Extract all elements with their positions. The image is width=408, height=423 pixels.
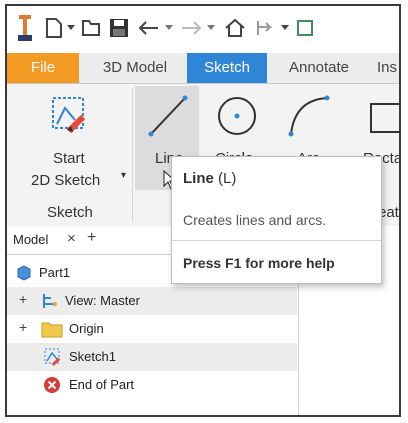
add-tab-icon[interactable]: + [87, 229, 96, 247]
dropdown-arrow-icon[interactable] [206, 14, 216, 42]
end-of-part-icon [43, 376, 61, 397]
group-divider [132, 88, 133, 222]
line-tooltip: Line (L) Creates lines and arcs. Press F… [171, 156, 382, 284]
browser-tab-model[interactable]: Model [13, 232, 48, 247]
tab-3d-model[interactable]: 3D Model [87, 53, 183, 83]
update-icon[interactable] [295, 14, 315, 42]
app-menu-icon[interactable] [13, 14, 37, 42]
tree-label: Part1 [39, 265, 71, 280]
redo-icon[interactable] [179, 14, 203, 42]
save-icon[interactable] [107, 14, 131, 42]
tree-label: End of Part [69, 377, 135, 392]
sketch-icon [43, 347, 63, 370]
tab-file[interactable]: File [7, 53, 79, 83]
start-2d-sketch-icon [47, 92, 95, 145]
tree-label: Sketch1 [69, 349, 116, 364]
tooltip-divider [172, 240, 381, 241]
tooltip-help-text: Press F1 for more help [183, 255, 335, 271]
tab-annotate[interactable]: Annotate [271, 53, 367, 83]
tree-item-end-of-part[interactable]: End of Part [7, 371, 297, 399]
dropdown-arrow-icon[interactable] [164, 14, 174, 42]
return-icon[interactable] [251, 14, 277, 42]
tab-inspect[interactable]: Ins [377, 53, 399, 83]
expand-icon[interactable]: + [19, 319, 27, 335]
tab-sketch[interactable]: Sketch [187, 53, 267, 83]
open-icon[interactable] [80, 14, 104, 42]
folder-icon [41, 320, 63, 341]
line-tool-icon [143, 92, 191, 145]
start-sketch-label-line2: 2D Sketch [31, 172, 101, 189]
tree-item-origin[interactable]: + Origin [7, 315, 297, 343]
tree-label: View: Master [65, 293, 140, 308]
tooltip-description: Creates lines and arcs. [183, 212, 327, 228]
circle-tool-icon [213, 92, 261, 145]
arc-tool-icon [285, 92, 333, 145]
sketch-group-label: Sketch [47, 204, 93, 221]
ribbon-tabs: File 3D Model Sketch Annotate Ins [7, 53, 399, 84]
dropdown-arrow-icon[interactable] [66, 14, 76, 42]
start-2d-sketch-button[interactable]: Start 2D Sketch ▾ [13, 84, 126, 194]
app-window: File 3D Model Sketch Annotate Ins Start … [5, 4, 401, 417]
quick-access-toolbar [7, 6, 399, 52]
tooltip-shortcut: (L) [213, 170, 237, 187]
tree-item-sketch1[interactable]: Sketch1 [7, 343, 297, 371]
rectangle-tool-icon [369, 98, 399, 143]
expand-icon[interactable]: + [19, 291, 27, 307]
dropdown-arrow-icon[interactable]: ▾ [121, 170, 126, 181]
tooltip-title-text: Line [183, 170, 214, 187]
home-icon[interactable] [223, 14, 247, 42]
tooltip-title: Line (L) [183, 170, 236, 187]
tree-label: Origin [69, 321, 104, 336]
dropdown-arrow-icon[interactable] [280, 14, 290, 42]
new-icon[interactable] [43, 14, 65, 42]
tree-item-view-master[interactable]: + View: Master [7, 287, 297, 315]
view-icon [41, 292, 59, 313]
part-icon [15, 264, 33, 285]
undo-icon[interactable] [137, 14, 161, 42]
start-sketch-label-line1: Start [53, 150, 85, 167]
close-icon[interactable]: × [67, 230, 76, 247]
